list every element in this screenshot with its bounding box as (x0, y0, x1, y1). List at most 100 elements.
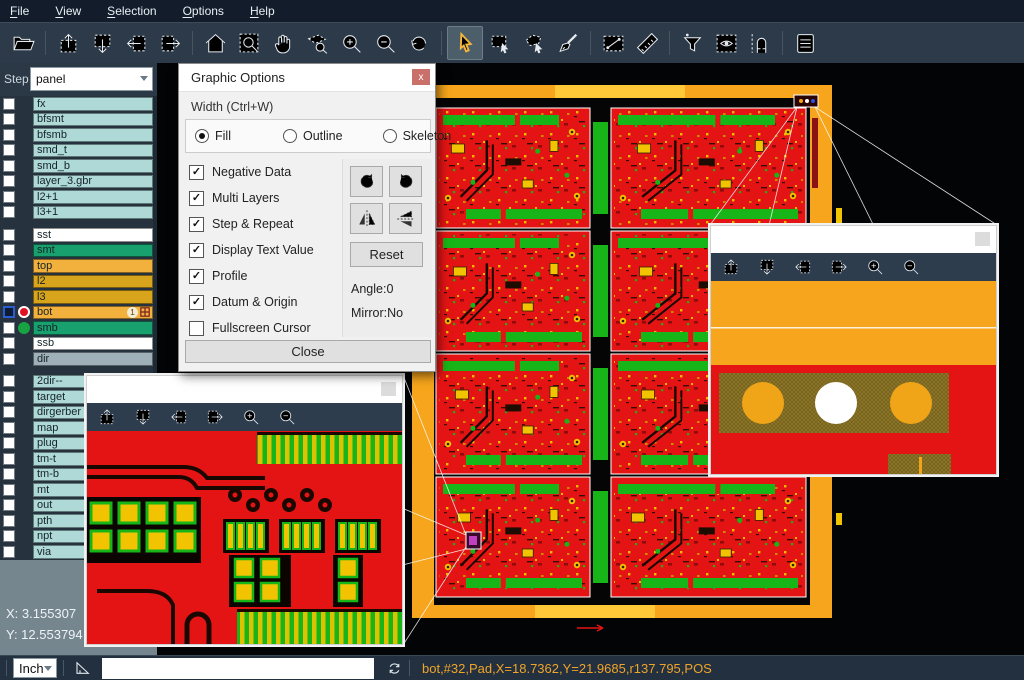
close-button[interactable]: Close (185, 340, 431, 363)
layer-name-cell[interactable]: sst (33, 228, 153, 242)
layer-row[interactable]: dir (0, 351, 153, 367)
checkbox[interactable]: ✓ (189, 165, 204, 180)
layer-visibility-checkbox[interactable] (3, 453, 15, 465)
magnifier-right-view[interactable] (711, 281, 996, 474)
layer-visibility-checkbox[interactable] (3, 484, 15, 496)
layer-visibility-checkbox[interactable] (3, 175, 15, 187)
pcb-board[interactable] (436, 231, 590, 351)
magnifier-left-view[interactable] (87, 431, 402, 644)
zoom-out-button[interactable] (368, 27, 402, 59)
layer-row[interactable]: fx (0, 96, 153, 112)
pan-hand-button[interactable] (266, 27, 300, 59)
layer-visibility-checkbox[interactable] (3, 406, 15, 418)
radio-skeleton[interactable]: Skeleton (383, 129, 452, 143)
zoom-window-button[interactable] (232, 27, 266, 59)
step-select[interactable]: panel (30, 67, 153, 91)
checkbox[interactable] (189, 321, 204, 336)
layer-row[interactable]: ssb (0, 336, 153, 352)
view-box-button[interactable] (709, 27, 743, 59)
home-button[interactable] (198, 27, 232, 59)
menu-options[interactable]: Options (183, 4, 224, 18)
pcb-board[interactable] (611, 108, 806, 228)
layer-visibility-checkbox[interactable] (3, 191, 15, 203)
pan-left-button[interactable] (793, 257, 813, 277)
flip-vertical-button[interactable] (389, 203, 422, 234)
layer-row[interactable]: smb (0, 320, 153, 336)
option-fullscreen-cursor[interactable]: Fullscreen Cursor (189, 315, 314, 341)
pan-up-button[interactable] (51, 27, 85, 59)
pan-down-button[interactable] (85, 27, 119, 59)
area-zoom-button[interactable] (300, 27, 334, 59)
refresh-icon[interactable] (386, 660, 403, 677)
dialog-close-icon[interactable]: x (412, 69, 430, 85)
flip-horizontal-button[interactable] (350, 203, 383, 234)
rect-select-button[interactable] (483, 27, 517, 59)
layer-name-cell[interactable]: dir (33, 352, 153, 366)
layer-visibility-checkbox[interactable] (3, 98, 15, 110)
pan-up-button[interactable] (721, 257, 741, 277)
menu-view[interactable]: View (55, 4, 81, 18)
layer-visibility-checkbox[interactable] (3, 468, 15, 480)
layer-name-cell[interactable]: smd_b (33, 159, 153, 173)
rotate-cw-button[interactable] (350, 166, 383, 197)
layer-visibility-checkbox[interactable] (3, 546, 15, 558)
corner-ruler-icon[interactable] (74, 659, 92, 677)
radio-fill[interactable]: Fill (195, 129, 231, 143)
menu-help[interactable]: Help (250, 4, 275, 18)
layer-visibility-checkbox[interactable] (3, 291, 15, 303)
layer-visibility-checkbox[interactable] (3, 515, 15, 527)
checkbox[interactable]: ✓ (189, 295, 204, 310)
option-display-text-value[interactable]: ✓Display Text Value (189, 237, 314, 263)
zoom-in-button[interactable] (865, 257, 885, 277)
layer-row[interactable]: l3+1 (0, 205, 153, 221)
layer-name-cell[interactable]: l3 (33, 290, 153, 304)
layer-visibility-checkbox[interactable] (3, 375, 15, 387)
layer-visibility-checkbox[interactable] (3, 275, 15, 287)
layer-row[interactable]: smd_t (0, 143, 153, 159)
checkbox[interactable]: ✓ (189, 217, 204, 232)
layer-visibility-checkbox[interactable] (3, 113, 15, 125)
layer-visibility-checkbox[interactable] (3, 229, 15, 241)
zoom-out-button[interactable] (277, 407, 297, 427)
layer-visibility-checkbox[interactable] (3, 422, 15, 434)
magnifier-left-window-button[interactable] (381, 382, 396, 396)
ruler-button[interactable] (630, 27, 664, 59)
snap-button[interactable] (743, 27, 777, 59)
poly-select-button[interactable] (517, 27, 551, 59)
magnifier-window-left[interactable] (86, 375, 403, 645)
option-multi-layers[interactable]: ✓Multi Layers (189, 185, 314, 211)
layer-name-cell[interactable]: top (33, 259, 153, 273)
layer-visibility-checkbox[interactable] (3, 499, 15, 511)
layer-visibility-checkbox[interactable] (3, 206, 15, 218)
layer-row[interactable]: l3 (0, 289, 153, 305)
unit-select[interactable]: Inch (13, 658, 57, 678)
zoom-in-button[interactable] (334, 27, 368, 59)
radio-outline[interactable]: Outline (283, 129, 343, 143)
layer-visibility-checkbox[interactable] (3, 244, 15, 256)
layer-name-cell[interactable]: smt (33, 244, 153, 258)
option-negative-data[interactable]: ✓Negative Data (189, 159, 314, 185)
open-folder-button[interactable] (6, 27, 40, 59)
pan-right-button[interactable] (153, 27, 187, 59)
checkbox[interactable]: ✓ (189, 191, 204, 206)
pan-right-button[interactable] (205, 407, 225, 427)
pan-left-button[interactable] (169, 407, 189, 427)
magnifier-window-right[interactable] (710, 225, 997, 475)
layer-row[interactable]: l2+1 (0, 189, 153, 205)
dialog-titlebar[interactable]: Graphic Options x (179, 64, 435, 92)
checkbox[interactable]: ✓ (189, 243, 204, 258)
layer-name-cell[interactable]: bot1 (33, 306, 153, 320)
pan-up-button[interactable] (97, 407, 117, 427)
menu-selection[interactable]: Selection (107, 4, 156, 18)
zoom-previous-button[interactable] (402, 27, 436, 59)
layer-name-cell[interactable]: bfsmb (33, 128, 153, 142)
clean-brush-button[interactable] (551, 27, 585, 59)
layer-name-cell[interactable]: ssb (33, 337, 153, 351)
layer-visibility-checkbox[interactable] (3, 530, 15, 542)
option-datum-origin[interactable]: ✓Datum & Origin (189, 289, 314, 315)
layer-name-cell[interactable]: bfsmt (33, 113, 153, 127)
pan-right-button[interactable] (829, 257, 849, 277)
zoom-in-button[interactable] (241, 407, 261, 427)
pcb-board[interactable] (436, 108, 590, 228)
layer-row[interactable]: smt (0, 243, 153, 259)
